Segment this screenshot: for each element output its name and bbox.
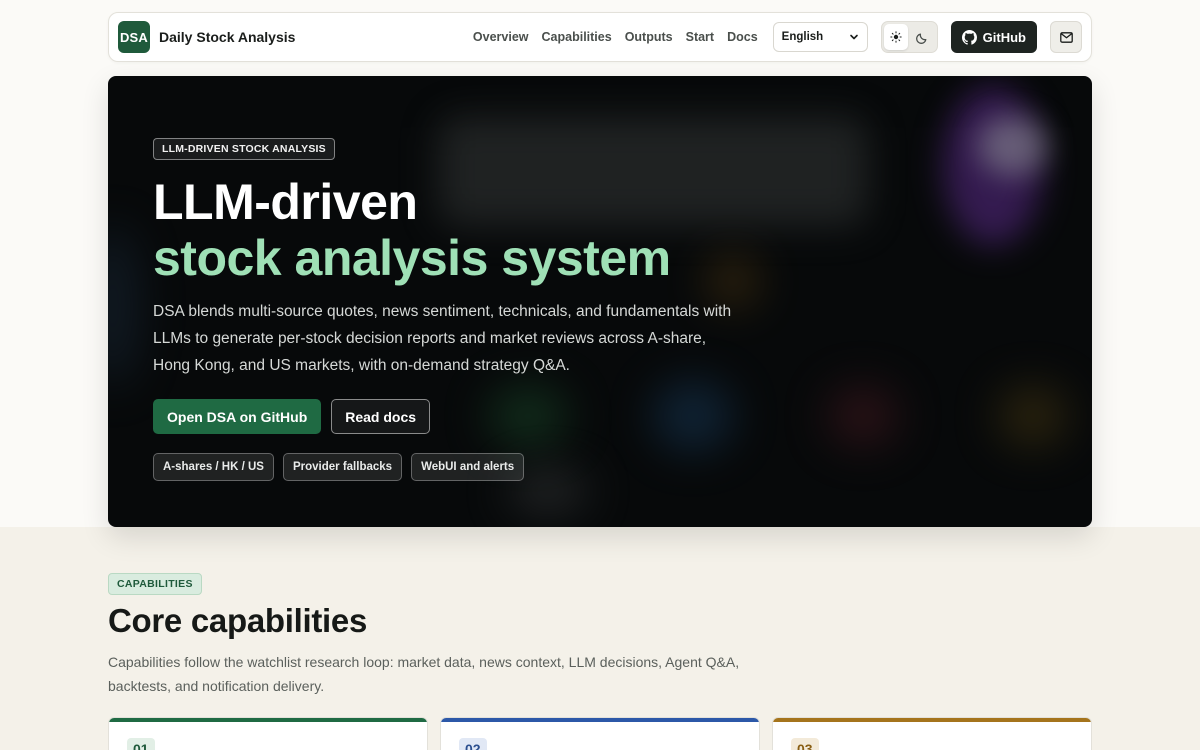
github-button-label: GitHub <box>982 29 1026 45</box>
open-github-button[interactable]: Open DSA on GitHub <box>153 399 322 434</box>
nav-link-overview[interactable]: Overview <box>473 30 529 44</box>
dark-theme-button[interactable] <box>910 24 935 50</box>
hero-bg-blur <box>978 116 1048 176</box>
hero-title: LLM-driven <box>153 174 418 230</box>
nav-link-docs[interactable]: Docs <box>727 30 758 44</box>
card-number: 02 <box>459 738 487 750</box>
capability-card-3: 03 <box>772 717 1092 750</box>
top-navbar: DSA Daily Stock Analysis Overview Capabi… <box>108 12 1092 62</box>
mail-icon <box>1059 31 1073 43</box>
nav-links: Overview Capabilities Outputs Start Docs… <box>473 21 1082 53</box>
nav-link-start[interactable]: Start <box>686 30 714 44</box>
chip-markets: A-shares / HK / US <box>153 453 274 481</box>
nav-link-capabilities[interactable]: Capabilities <box>542 30 612 44</box>
read-docs-button[interactable]: Read docs <box>331 399 431 434</box>
chip-webui-alerts: WebUI and alerts <box>411 453 525 481</box>
capability-card-2: 02 <box>440 717 760 750</box>
github-icon <box>961 29 977 45</box>
capabilities-description: Capabilities follow the watchlist resear… <box>108 654 740 694</box>
contact-button[interactable] <box>1050 21 1082 53</box>
nav-link-outputs[interactable]: Outputs <box>625 30 673 44</box>
brand-name[interactable]: Daily Stock Analysis <box>159 29 295 45</box>
hero-section: LLM-DRIVEN STOCK ANALYSIS LLM-driven sto… <box>108 76 1092 527</box>
hero-bg-blur <box>828 386 898 446</box>
light-theme-button[interactable] <box>883 24 909 50</box>
hero-title-highlight: stock analysis system <box>153 230 671 286</box>
language-select-value: English <box>781 31 824 43</box>
language-select[interactable]: English <box>772 22 868 52</box>
hero-bg-blur <box>998 386 1068 446</box>
hero-feature-chips: A-shares / HK / US Provider fallbacks We… <box>153 453 773 481</box>
capabilities-tag: CAPABILITIES <box>108 573 202 595</box>
hero-description: DSA blends multi-source quotes, news sen… <box>153 303 732 374</box>
capabilities-title: Core capabilities <box>108 602 367 639</box>
sun-icon <box>890 31 902 43</box>
hero-eyebrow-badge: LLM-DRIVEN STOCK ANALYSIS <box>153 138 335 160</box>
logo[interactable]: DSA <box>118 21 150 53</box>
chip-provider-fallbacks: Provider fallbacks <box>282 453 403 481</box>
chevron-down-icon <box>849 34 858 40</box>
capability-card-1: 01 <box>108 717 428 750</box>
card-number: 01 <box>127 738 155 750</box>
card-number: 03 <box>791 738 819 750</box>
hero-bg-blur <box>108 226 138 386</box>
card-accent-bar <box>441 718 759 722</box>
moon-icon <box>915 33 927 44</box>
card-accent-bar <box>773 718 1091 722</box>
theme-toggle <box>880 21 938 53</box>
hero-content: LLM-DRIVEN STOCK ANALYSIS LLM-driven sto… <box>153 138 773 481</box>
hero-actions: Open DSA on GitHub Read docs <box>153 399 773 434</box>
github-button[interactable]: GitHub <box>950 21 1037 53</box>
card-accent-bar <box>109 718 427 722</box>
